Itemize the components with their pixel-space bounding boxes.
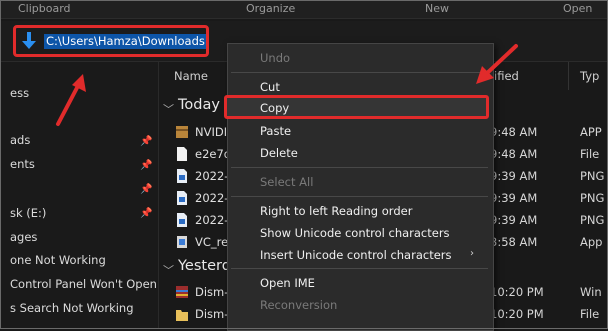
archive-icon <box>176 286 188 298</box>
group-yesterday-label: Yesterd <box>178 258 231 274</box>
file-name[interactable]: 2022- <box>195 213 228 227</box>
annotation-arrow-icon <box>56 74 86 126</box>
pin-icon: 📌 <box>140 208 153 219</box>
annotation-arrow-icon <box>476 44 518 84</box>
menu-item-paste[interactable]: Paste <box>260 124 291 138</box>
menu-item-cut[interactable]: Cut <box>260 80 280 94</box>
menu-item-copy[interactable]: Copy <box>260 101 289 115</box>
menu-item-rtl-reading-order[interactable]: Right to left Reading order <box>260 204 412 218</box>
file-modified: 10:20 PM <box>490 285 544 299</box>
ribbon-new-label[interactable]: New <box>425 2 449 15</box>
file-modified: 3:58 AM <box>490 235 538 249</box>
chevron-right-icon: › <box>470 248 474 259</box>
file-name[interactable]: Dism- <box>195 307 228 321</box>
file-name[interactable]: 2022- <box>195 169 228 183</box>
menu-item-insert-unicode[interactable]: Insert Unicode control characters <box>260 248 452 262</box>
file-modified: 9:48 AM <box>490 125 538 139</box>
menu-separator <box>231 72 488 73</box>
file-type: PNG <box>580 213 605 227</box>
image-file-icon <box>177 169 187 183</box>
column-separator[interactable] <box>568 62 569 90</box>
nav-item-control-panel[interactable]: Control Panel Won't Open <box>10 277 157 291</box>
chevron-down-icon[interactable]: ﹀ <box>163 262 174 278</box>
menu-item-select-all[interactable]: Select All <box>260 175 313 189</box>
file-type: PNG <box>580 169 605 183</box>
file-name[interactable]: VC_re <box>195 235 228 249</box>
file-icon <box>177 147 187 161</box>
address-highlight-box <box>13 25 209 57</box>
menu-item-reconversion[interactable]: Reconversion <box>260 298 337 312</box>
package-icon <box>176 126 188 138</box>
pin-icon: 📌 <box>140 160 153 171</box>
file-type: PNG <box>580 191 605 205</box>
nav-item-phone-not-working[interactable]: one Not Working <box>10 253 106 267</box>
file-type: App <box>580 235 603 249</box>
ribbon-open-label[interactable]: Open <box>563 2 592 15</box>
folder-icon <box>176 310 188 321</box>
file-modified: 9:48 AM <box>490 147 538 161</box>
nav-item-disk-e[interactable]: sk (E:) <box>10 206 46 220</box>
file-name[interactable]: 2022- <box>195 191 228 205</box>
nav-item-downloads[interactable]: ads <box>10 133 30 147</box>
menu-separator <box>231 196 488 197</box>
menu-item-delete[interactable]: Delete <box>260 146 298 160</box>
file-name[interactable]: Dism- <box>195 285 228 299</box>
menu-item-show-unicode[interactable]: Show Unicode control characters <box>260 226 450 240</box>
file-type: File <box>580 307 600 321</box>
menu-item-undo[interactable]: Undo <box>260 51 290 65</box>
file-name[interactable]: e2e7d <box>195 147 231 161</box>
file-modified: 9:39 AM <box>490 213 538 227</box>
file-modified: 9:39 AM <box>490 169 538 183</box>
installer-icon <box>177 236 187 248</box>
file-type: File <box>580 147 600 161</box>
menu-separator <box>231 268 488 269</box>
ribbon-strip: Clipboard Organize New Open <box>0 0 608 19</box>
column-header-name[interactable]: Name <box>174 69 208 83</box>
pin-icon: 📌 <box>140 136 153 147</box>
file-type: APP <box>580 125 602 139</box>
menu-item-open-ime[interactable]: Open IME <box>260 276 315 290</box>
nav-item-search-not-working[interactable]: s Search Not Working <box>10 301 134 315</box>
ribbon-organize-label[interactable]: Organize <box>246 2 295 15</box>
ribbon-clipboard-label[interactable]: Clipboard <box>18 2 71 15</box>
group-today-label: Today <box>178 97 220 113</box>
nav-item-images[interactable]: ages <box>10 230 37 244</box>
file-type: Win <box>580 285 602 299</box>
file-name[interactable]: NVIDI <box>195 125 227 139</box>
file-modified: 10:20 PM <box>490 307 544 321</box>
file-modified: 9:39 AM <box>490 191 538 205</box>
column-header-type[interactable]: Typ <box>580 69 599 83</box>
nav-item-documents[interactable]: ents <box>10 157 35 171</box>
image-file-icon <box>177 213 187 227</box>
pin-icon: 📌 <box>140 184 153 195</box>
nav-item-access[interactable]: ess <box>10 86 29 100</box>
image-file-icon <box>177 191 187 205</box>
menu-separator <box>231 167 488 168</box>
chevron-down-icon[interactable]: ﹀ <box>163 101 174 117</box>
